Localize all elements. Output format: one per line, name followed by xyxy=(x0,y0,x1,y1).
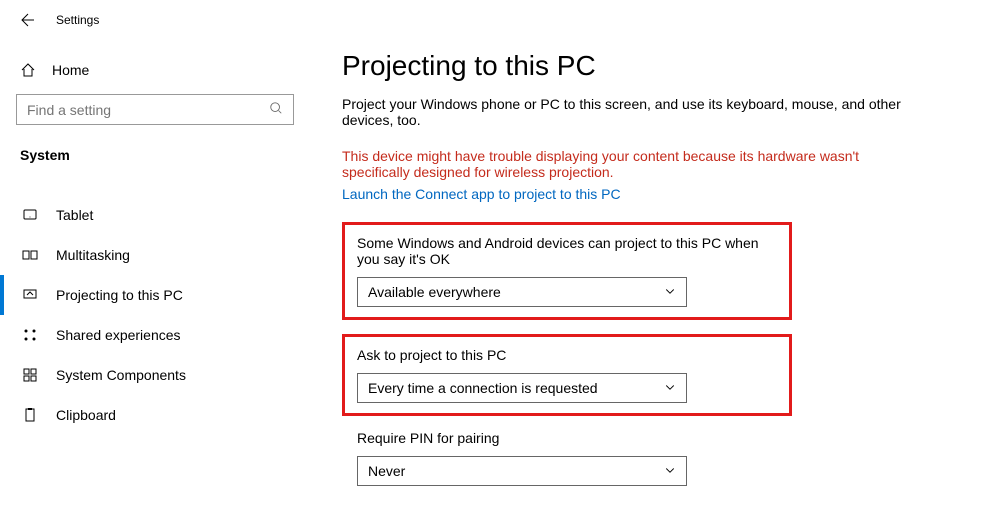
tablet-icon xyxy=(20,207,40,223)
sidebar-item-label: System Components xyxy=(56,367,186,383)
sidebar-item-multitasking[interactable]: Multitasking xyxy=(0,235,310,275)
sidebar-item-label: Shared experiences xyxy=(56,327,181,343)
sidebar-item-label: Projecting to this PC xyxy=(56,287,183,303)
sidebar-item-projecting[interactable]: Projecting to this PC xyxy=(0,275,310,315)
home-nav[interactable]: Home xyxy=(0,50,310,90)
sidebar-item-label: Multitasking xyxy=(56,247,130,263)
warning-text: This device might have trouble displayin… xyxy=(342,148,902,180)
group-ask-project: Ask to project to this PC Every time a c… xyxy=(342,334,792,416)
clipboard-icon xyxy=(20,407,40,423)
dropdown-value: Available everywhere xyxy=(368,284,501,300)
sidebar-item-tablet[interactable]: Tablet xyxy=(0,195,310,235)
sidebar-item-label: Clipboard xyxy=(56,407,116,423)
main-panel: Projecting to this PC Project your Windo… xyxy=(310,0,999,510)
chevron-down-icon xyxy=(664,380,676,396)
group-label: Some Windows and Android devices can pro… xyxy=(357,235,777,267)
titlebar: Settings xyxy=(0,0,310,40)
group-label: Ask to project to this PC xyxy=(357,347,777,363)
home-label: Home xyxy=(52,62,89,78)
section-label: System xyxy=(0,135,310,175)
sidebar-item-label: Tablet xyxy=(56,207,93,223)
search-input[interactable] xyxy=(27,102,269,118)
dropdown-project-permission[interactable]: Available everywhere xyxy=(357,277,687,307)
group-require-pin: Require PIN for pairing Never xyxy=(342,430,969,486)
shared-icon xyxy=(20,327,40,343)
sidebar-item-shared[interactable]: Shared experiences xyxy=(0,315,310,355)
back-icon[interactable] xyxy=(20,12,36,28)
search-icon xyxy=(269,101,283,118)
dropdown-value: Every time a connection is requested xyxy=(368,380,598,396)
page-subtitle: Project your Windows phone or PC to this… xyxy=(342,96,902,128)
window-title: Settings xyxy=(56,13,99,27)
multitasking-icon xyxy=(20,247,40,263)
dropdown-ask-project[interactable]: Every time a connection is requested xyxy=(357,373,687,403)
home-icon xyxy=(20,62,36,78)
chevron-down-icon xyxy=(664,284,676,300)
left-panel: Settings Home System xyxy=(0,0,310,510)
chevron-down-icon xyxy=(664,463,676,479)
dropdown-value: Never xyxy=(368,463,405,479)
search-box[interactable] xyxy=(16,94,294,125)
dropdown-require-pin[interactable]: Never xyxy=(357,456,687,486)
components-icon xyxy=(20,367,40,383)
group-label: Require PIN for pairing xyxy=(357,430,777,446)
page-title: Projecting to this PC xyxy=(342,50,969,82)
sidebar-item-components[interactable]: System Components xyxy=(0,355,310,395)
group-project-permission: Some Windows and Android devices can pro… xyxy=(342,222,792,320)
sidebar-item-clipboard[interactable]: Clipboard xyxy=(0,395,310,435)
projecting-icon xyxy=(20,287,40,303)
connect-app-link[interactable]: Launch the Connect app to project to thi… xyxy=(342,186,969,202)
